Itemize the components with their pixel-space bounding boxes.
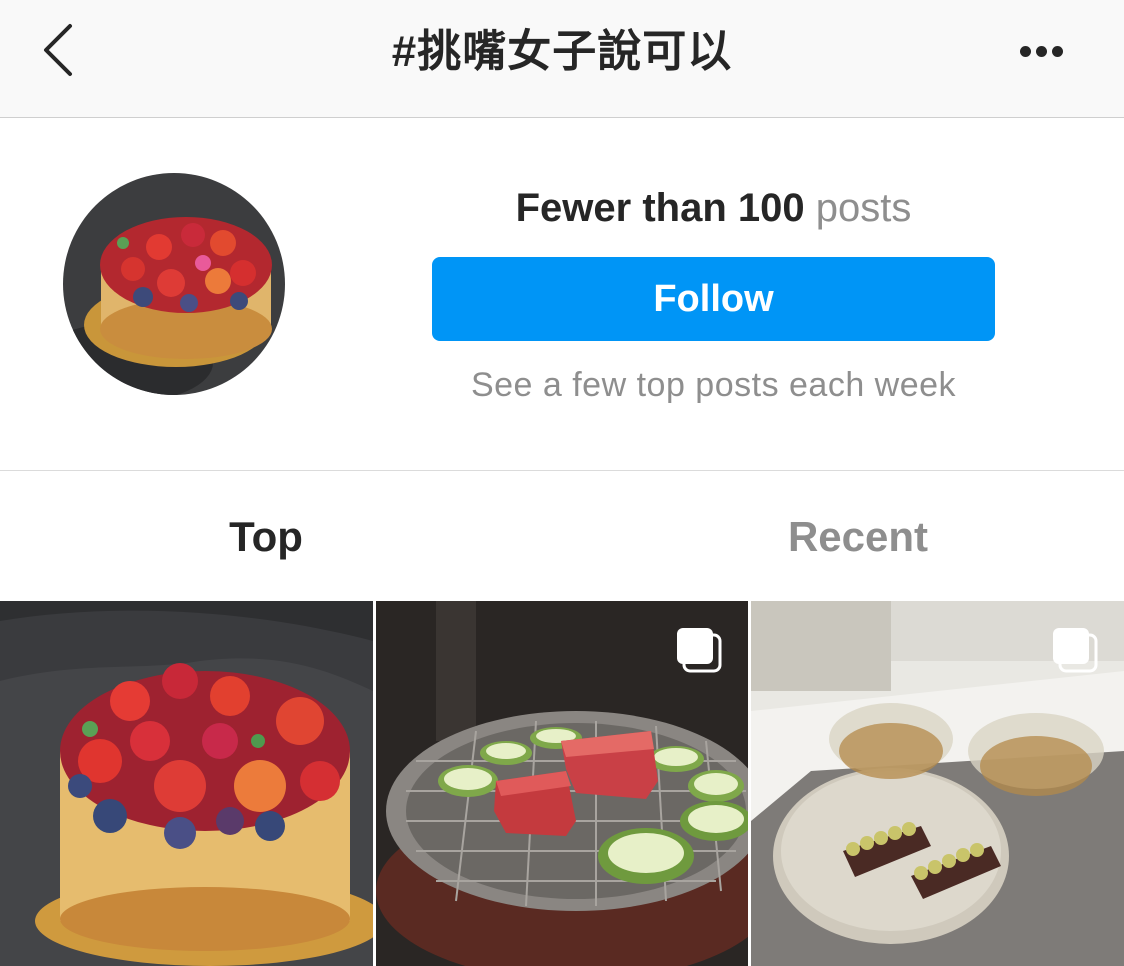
feed-tabs: Top Recent bbox=[0, 471, 1124, 601]
grid-post[interactable] bbox=[0, 601, 373, 966]
more-horizontal-icon bbox=[1020, 46, 1031, 57]
post-grid bbox=[0, 601, 1124, 966]
tab-top[interactable]: Top bbox=[166, 511, 366, 563]
more-options-button[interactable] bbox=[1012, 38, 1072, 64]
follow-subtitle: See a few top posts each week bbox=[470, 366, 957, 404]
hashtag-info: Fewer than 100 posts Follow See a few to… bbox=[0, 118, 1124, 471]
post-count-unit: posts bbox=[815, 186, 912, 230]
multiple-posts-icon bbox=[677, 628, 722, 673]
top-bar: #挑嘴女子說可以 bbox=[0, 0, 1124, 118]
grid-post[interactable] bbox=[376, 601, 748, 966]
post-thumbnail-cake bbox=[0, 601, 373, 966]
post-count-value: Fewer than 100 bbox=[515, 186, 805, 230]
follow-button[interactable]: Follow bbox=[432, 257, 995, 341]
tab-recent[interactable]: Recent bbox=[758, 511, 958, 563]
multiple-posts-icon bbox=[1053, 628, 1098, 673]
post-count: Fewer than 100 posts bbox=[432, 182, 995, 234]
page-title: #挑嘴女子說可以 bbox=[391, 27, 733, 76]
hashtag-avatar bbox=[63, 173, 285, 395]
grid-post[interactable] bbox=[751, 601, 1124, 966]
